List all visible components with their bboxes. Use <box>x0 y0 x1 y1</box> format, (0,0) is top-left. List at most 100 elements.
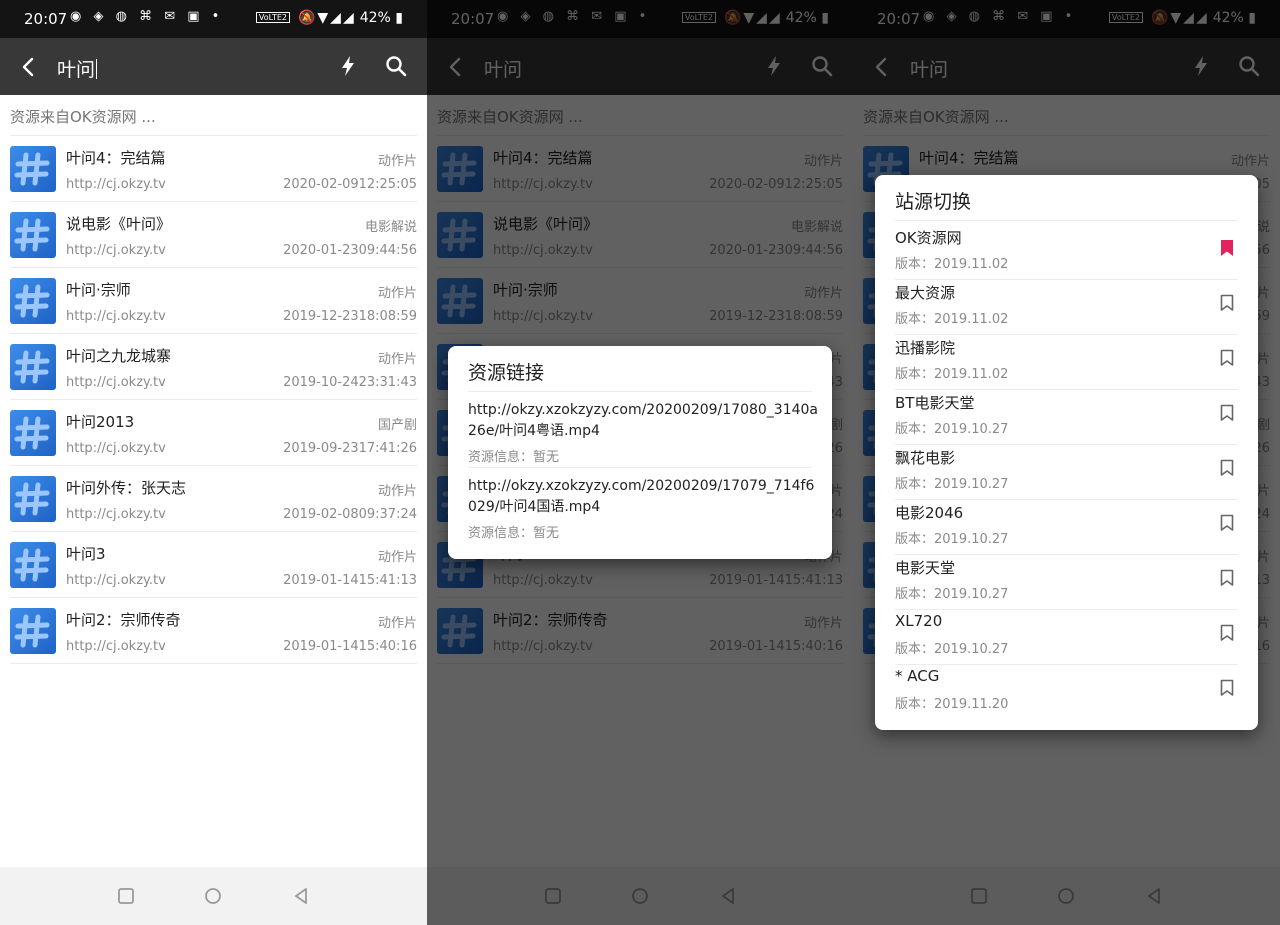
divider <box>468 467 812 468</box>
source-row[interactable]: XL720 版本：2019.10.27 <box>875 610 1258 665</box>
item-url: http://cj.okzy.tv <box>66 243 166 258</box>
status-right: VoLTE2 🔕▼◢◢42% ▮ <box>255 10 403 26</box>
item-date: 2020-01-2309:44:56 <box>283 243 417 258</box>
divider <box>10 663 417 664</box>
list-item[interactable]: 叶问3 http://cj.okzy.tv 动作片 2019-01-1415:41:1… <box>0 532 427 598</box>
item-category: 动作片 <box>377 154 417 169</box>
bookmark-icon[interactable] <box>1220 624 1234 642</box>
item-url: http://cj.okzy.tv <box>66 639 166 654</box>
dialog-title: 资源链接 <box>468 362 545 384</box>
poster-thumbnail <box>10 212 56 258</box>
bookmark-icon[interactable] <box>1220 679 1234 697</box>
source-name: 最大资源 <box>895 284 956 302</box>
source-name: * ACG <box>895 667 940 685</box>
bookmark-icon[interactable] <box>1220 294 1234 312</box>
source-row[interactable]: BT电影天堂 版本：2019.10.27 <box>875 390 1258 445</box>
source-row[interactable]: 迅播影院版本：2019.11.02 <box>875 335 1258 390</box>
item-url: http://cj.okzy.tv <box>66 573 166 588</box>
poster-thumbnail <box>10 542 56 588</box>
source-row[interactable]: * ACG 版本：2019.11.20 <box>875 665 1258 720</box>
list-item[interactable]: 叶问2：宗师传奇 http://cj.okzy.tv 动作片 2019-01-1415… <box>0 598 427 664</box>
source-name: 电影天堂 <box>895 559 956 577</box>
item-date: 2019-01-1415:41:13 <box>283 573 417 588</box>
poster-thumbnail <box>10 608 56 654</box>
source-name: 迅播影院 <box>895 339 956 357</box>
bookmark-icon[interactable] <box>1220 349 1234 367</box>
list-item[interactable]: 叶问4：完结篇 http://cj.okzy.tv 动作片 2020-02-0912:… <box>0 136 427 202</box>
resource-link-url[interactable]: http://okzy.xzokzyzy.com/20200209/17079_… <box>468 476 818 518</box>
item-category: 动作片 <box>377 550 417 565</box>
item-category: 动作片 <box>377 352 417 367</box>
item-category: 动作片 <box>377 286 417 301</box>
source-row[interactable]: 飘花电影 版本：2019.10.27 <box>875 445 1258 500</box>
resource-info: 资源信息：暂无 <box>468 526 560 541</box>
list-item[interactable]: 叶问外传：张天志 http://cj.okzy.tv 动作片 2019-02-0809… <box>0 466 427 532</box>
bookmark-icon[interactable] <box>1220 459 1234 477</box>
item-title: 叶问2013 <box>66 413 135 431</box>
volte-badge: VoLTE2 <box>255 12 290 23</box>
bookmark-filled-icon[interactable] <box>1220 239 1234 257</box>
item-url: http://cj.okzy.tv <box>66 177 166 192</box>
bookmark-icon[interactable] <box>1220 514 1234 532</box>
dialog-title: 站源切换 <box>895 191 972 213</box>
search-icon[interactable] <box>383 53 409 79</box>
phone-screen-search-results: 20:07 ◉ ◈ ◍ ⌘ ✉ ▣ • VoLTE2 🔕▼◢◢ 42% ▮ 叶问 资源来自O… <box>0 0 427 925</box>
list-item[interactable]: 叶问之九龙城寨 http://cj.okzy.tv 动作片 2019-10-2423:… <box>0 334 427 400</box>
item-date: 2019-10-2423:31:43 <box>283 375 417 390</box>
signal-icon: 🔕▼◢◢ <box>297 10 356 26</box>
item-url: http://cj.okzy.tv <box>66 375 166 390</box>
status-bar: 20:07◉ ◈ ◍ ⌘ ✉ ▣ • VoLTE2 🔕▼◢◢42% ▮ <box>0 0 427 38</box>
poster-thumbnail <box>10 476 56 522</box>
poster-thumbnail <box>10 344 56 390</box>
phone-screen-source-dialog: 20:07◉ ◈ ◍ ⌘ ✉ ▣ •VoLTE2🔕▼◢◢42% ▮叶问资源来自O… <box>853 0 1280 925</box>
poster-thumbnail <box>10 278 56 324</box>
resource-link-url[interactable]: http://okzy.xzokzyzy.com/20200209/17080_… <box>468 400 818 442</box>
search-input[interactable]: 叶问 <box>57 55 98 82</box>
item-title: 叶问外传：张天志 <box>66 479 187 497</box>
flash-icon[interactable] <box>335 53 361 79</box>
resource-link-dialog: 资源链接 http://okzy.xzokzyzy.com/20200209/17… <box>448 346 832 559</box>
item-category: 动作片 <box>377 484 417 499</box>
item-date: 2020-02-0912:25:05 <box>283 177 417 192</box>
source-name: OK资源网 <box>895 229 962 247</box>
item-title: 叶问2：宗师传奇 <box>66 611 181 629</box>
source-row[interactable]: 电影2046 版本：2019.10.27 <box>875 500 1258 555</box>
item-url: http://cj.okzy.tv <box>66 309 166 324</box>
source-row[interactable]: 最大资源版本：2019.11.02 <box>875 280 1258 335</box>
source-version: 版本：2019.11.02 <box>895 367 1009 382</box>
list-item[interactable]: 叶问·宗师 http://cj.okzy.tv 动作片 2019-12-2318:08… <box>0 268 427 334</box>
item-title: 叶问3 <box>66 545 106 563</box>
item-title: 叶问·宗师 <box>66 281 131 299</box>
item-date: 2019-12-2318:08:59 <box>283 309 417 324</box>
source-version: 版本：2019.10.27 <box>895 587 1009 602</box>
recent-apps-icon[interactable] <box>115 885 137 907</box>
back-arrow-icon[interactable] <box>14 52 44 82</box>
source-hint: 资源来自OK资源网 ... <box>10 108 156 126</box>
notification-icons: ◉ ◈ ◍ ⌘ ✉ ▣ • <box>70 9 224 24</box>
phone-screen-link-dialog: 20:07◉ ◈ ◍ ⌘ ✉ ▣ •VoLTE2🔕▼◢◢42% ▮叶问资源来自O… <box>427 0 853 925</box>
item-category: 动作片 <box>377 616 417 631</box>
back-triangle-icon[interactable] <box>290 885 312 907</box>
source-name: BT电影天堂 <box>895 394 975 412</box>
bookmark-icon[interactable] <box>1220 569 1234 587</box>
navigation-bar <box>0 867 427 925</box>
list-item[interactable]: 叶问2013 http://cj.okzy.tv 国产剧 2019-09-2317:4… <box>0 400 427 466</box>
item-url: http://cj.okzy.tv <box>66 507 166 522</box>
source-row[interactable]: 电影天堂版本：2019.10.27 <box>875 555 1258 610</box>
source-version: 版本：2019.11.02 <box>895 312 1009 327</box>
home-icon[interactable] <box>202 885 224 907</box>
item-category: 电影解说 <box>364 220 417 235</box>
item-category: 国产剧 <box>377 418 417 433</box>
item-title: 叶问4：完结篇 <box>66 149 166 167</box>
source-row[interactable]: OK资源网 版本：2019.11.02 <box>875 225 1258 280</box>
item-url: http://cj.okzy.tv <box>66 441 166 456</box>
source-switch-dialog: 站源切换 OK资源网 版本：2019.11.02 最大资源 版本：2019.11.02 迅… <box>875 175 1258 730</box>
list-item[interactable]: 说电影《叶问》 http://cj.okzy.tv 电影解说 2020-01-2309… <box>0 202 427 268</box>
source-name: XL720 <box>895 612 943 630</box>
item-title: 叶问之九龙城寨 <box>66 347 172 365</box>
source-version: 版本：2019.10.27 <box>895 532 1009 547</box>
battery-level: 42% <box>359 10 391 26</box>
divider <box>895 220 1238 221</box>
bookmark-icon[interactable] <box>1220 404 1234 422</box>
divider <box>468 391 812 392</box>
